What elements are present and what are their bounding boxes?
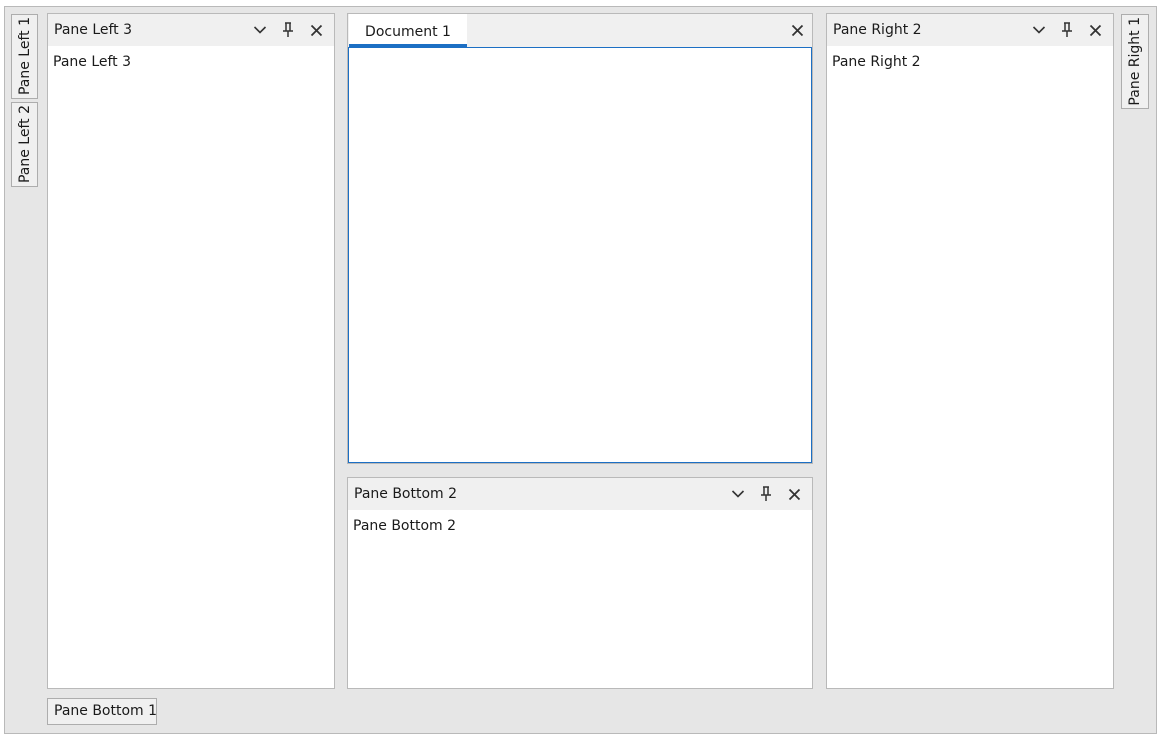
chevron-down-icon[interactable] (246, 16, 274, 44)
pane-header: Pane Right 2 (827, 14, 1113, 46)
pin-icon[interactable] (1053, 16, 1081, 44)
document-content[interactable] (348, 47, 812, 463)
autohide-tab-label: Pane Left 1 (16, 17, 33, 96)
pane-header: Pane Left 3 (48, 14, 334, 46)
pane-title: Pane Bottom 2 (354, 486, 458, 502)
pane-title: Pane Right 2 (833, 22, 922, 38)
pane-right-2: Pane Right 2 Pane Right 2 (826, 13, 1114, 689)
autohide-tab-pane-left-1[interactable]: Pane Left 1 (11, 14, 38, 99)
close-icon[interactable] (302, 16, 330, 44)
tab-document-1[interactable]: Document 1 (349, 14, 467, 47)
autohide-tab-label: Pane Right 1 (1127, 17, 1143, 106)
autohide-tab-pane-left-2[interactable]: Pane Left 2 (11, 102, 38, 187)
pane-bottom-2: Pane Bottom 2 Pane Bottom 2 (347, 477, 813, 689)
close-icon[interactable] (780, 480, 808, 508)
pane-content: Pane Bottom 2 (353, 518, 457, 534)
chevron-down-icon[interactable] (1025, 16, 1053, 44)
tab-label: Document 1 (365, 23, 451, 40)
pin-icon[interactable] (752, 480, 780, 508)
pane-title: Pane Left 3 (54, 22, 133, 38)
autohide-tab-pane-right-1[interactable]: Pane Right 1 (1121, 14, 1149, 109)
pin-icon[interactable] (274, 16, 302, 44)
dock-manager: Pane Left 1 Pane Left 2 Pane Right 1 Pan… (4, 6, 1157, 734)
close-icon[interactable] (783, 16, 811, 44)
autohide-tab-label: Pane Left 2 (16, 105, 33, 184)
pane-header: Pane Bottom 2 (348, 478, 812, 510)
document-host: Document 1 (347, 13, 813, 464)
chevron-down-icon[interactable] (724, 480, 752, 508)
pane-left-3: Pane Left 3 Pane Left 3 (47, 13, 335, 689)
close-icon[interactable] (1081, 16, 1109, 44)
pane-content: Pane Right 2 (832, 54, 921, 70)
autohide-tab-pane-bottom-1[interactable]: Pane Bottom 1 (47, 698, 157, 725)
document-tab-strip: Document 1 (348, 14, 812, 47)
pane-content: Pane Left 3 (53, 54, 132, 70)
